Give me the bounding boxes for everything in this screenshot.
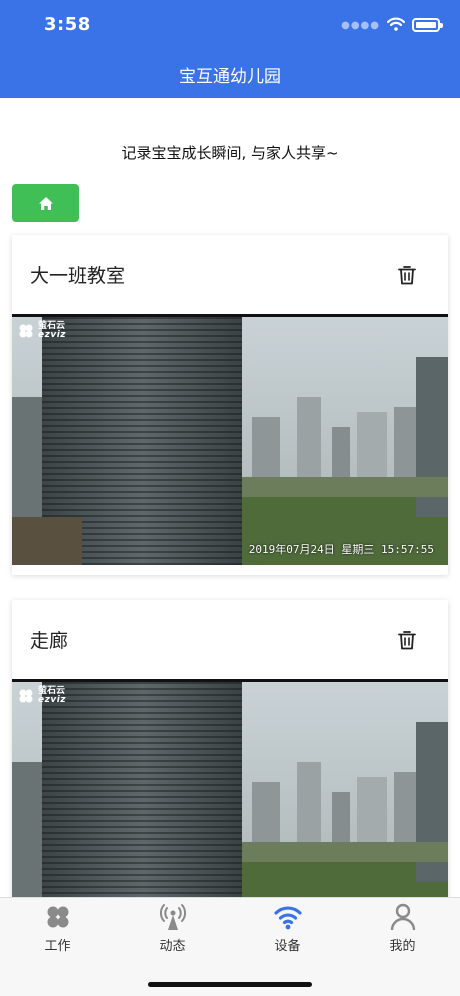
device-card[interactable]: 大一班教室 萤石云 ezviz 2019年07月24日 星期三 15:57:55 — [12, 235, 448, 575]
wifi-status-icon — [386, 16, 406, 35]
tab-label: 设备 — [274, 939, 301, 954]
device-card-header: 走廊 — [12, 600, 448, 682]
battery-icon — [412, 18, 443, 32]
device-card[interactable]: 走廊 萤石云 ezviz — [12, 600, 448, 900]
trash-icon — [398, 265, 416, 284]
slogan-text: 记录宝宝成长瞬间, 与家人共享~ — [121, 144, 339, 162]
tab-feed[interactable]: 动态 — [115, 902, 230, 956]
brand-watermark: 萤石云 ezviz — [18, 322, 66, 340]
camera-frame-image — [12, 682, 448, 900]
camera-frame-image — [12, 317, 448, 565]
delete-button[interactable] — [396, 629, 418, 651]
page-title: 宝互通幼儿园 — [179, 67, 281, 87]
trash-icon — [398, 630, 416, 649]
feed-timestamp: 2019年07月24日 星期三 15:57:55 — [248, 543, 434, 556]
status-time: 3:58 — [44, 14, 91, 35]
status-bar: 3:58 ●●●● — [0, 0, 460, 50]
brand-watermark: 萤石云 ezviz — [18, 687, 66, 705]
device-card-header: 大一班教室 — [12, 235, 448, 317]
tab-label: 工作 — [44, 939, 71, 954]
brand-en: ezviz — [38, 695, 67, 705]
ezviz-logo-icon — [19, 324, 33, 338]
brand-en: ezviz — [38, 330, 67, 340]
tab-label: 动态 — [159, 939, 186, 954]
camera-feed[interactable]: 萤石云 ezviz 2019年07月24日 星期三 15:57:55 — [12, 317, 448, 565]
home-indicator — [148, 982, 312, 987]
tab-devices[interactable]: 设备 — [230, 902, 345, 956]
tab-profile[interactable]: 我的 — [345, 902, 460, 956]
wifi-icon — [273, 902, 302, 932]
tab-label: 我的 — [389, 939, 416, 954]
home-button[interactable] — [12, 184, 79, 222]
user-icon — [389, 902, 417, 932]
device-name: 大一班教室 — [30, 265, 126, 287]
device-name: 走廊 — [30, 630, 69, 652]
home-icon — [38, 196, 53, 210]
ezviz-logo-icon — [19, 689, 33, 703]
status-indicators: ●●●● — [341, 15, 443, 35]
signal-dots-icon: ●●●● — [341, 19, 380, 31]
delete-button[interactable] — [396, 264, 418, 286]
tab-work[interactable]: 工作 — [0, 902, 115, 956]
antenna-icon — [159, 902, 187, 932]
camera-feed[interactable]: 萤石云 ezviz — [12, 682, 448, 900]
app-header: 3:58 ●●●● 宝互通幼儿园 — [0, 0, 460, 98]
grid-icon — [44, 902, 72, 932]
